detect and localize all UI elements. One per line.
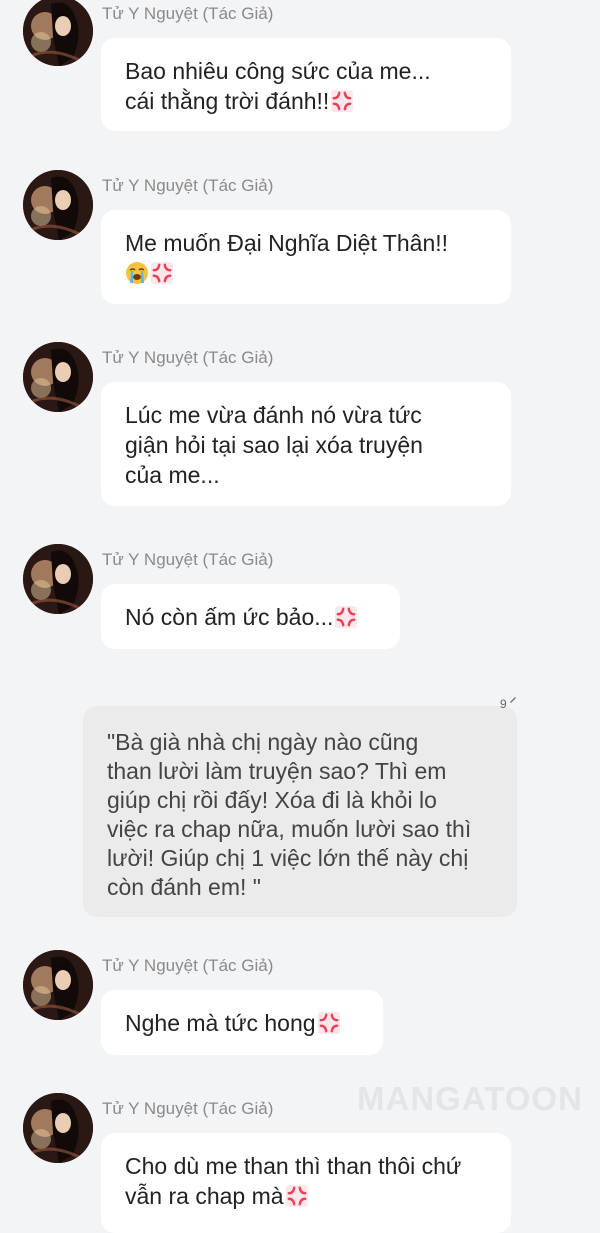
narration-line: "Bà già nhà chị ngày nào cũng bbox=[107, 729, 419, 755]
message-line: Nó còn ấm ức bảo... bbox=[125, 604, 334, 630]
message-line: vẫn ra chap mà bbox=[125, 1183, 284, 1209]
chat-bubble: Cho dù me than thì than thôi chứ vẫn ra … bbox=[101, 1133, 511, 1233]
message-line: Me muốn Đại Nghĩa Diệt Thân!! bbox=[125, 230, 449, 256]
sender-name: Tử Y Nguyệt (Tác Giả) bbox=[102, 550, 274, 569]
pencil-icon bbox=[509, 697, 516, 703]
narration-line: việc ra chap nữa, muốn lười sao thì bbox=[107, 816, 472, 842]
avatar[interactable] bbox=[23, 1093, 93, 1163]
avatar[interactable] bbox=[23, 950, 93, 1020]
anger-symbol-icon bbox=[335, 606, 357, 628]
anger-symbol-icon bbox=[331, 90, 353, 112]
sender-name: Tử Y Nguyệt (Tác Giả) bbox=[102, 348, 274, 367]
sender-name: Tử Y Nguyệt (Tác Giả) bbox=[102, 956, 274, 975]
sender-name: Tử Y Nguyệt (Tác Giả) bbox=[102, 1099, 274, 1118]
avatar[interactable] bbox=[23, 544, 93, 614]
avatar[interactable] bbox=[23, 0, 93, 66]
sender-name: Tử Y Nguyệt (Tác Giả) bbox=[102, 4, 274, 23]
message-line: Bao nhiêu công sức của me... bbox=[125, 58, 431, 84]
loudly-crying-face-icon bbox=[126, 262, 148, 284]
narration-line: còn đánh em! " bbox=[107, 874, 261, 900]
anger-symbol-icon bbox=[286, 1185, 308, 1207]
chat-bubble: Nó còn ấm ức bảo... bbox=[101, 584, 400, 649]
comment-count-badge[interactable]: 9 bbox=[500, 694, 530, 718]
message-line: Nghe mà tức hong bbox=[125, 1010, 316, 1036]
message-line: của me... bbox=[125, 462, 220, 488]
message-line: giận hỏi tại sao lại xóa truyện bbox=[125, 432, 423, 458]
anger-symbol-icon bbox=[318, 1012, 340, 1034]
chat-bubble: Lúc me vừa đánh nó vừa tức giận hỏi tại … bbox=[101, 382, 511, 506]
avatar[interactable] bbox=[23, 342, 93, 412]
sender-name: Tử Y Nguyệt (Tác Giả) bbox=[102, 176, 274, 195]
chat-bubble: Nghe mà tức hong bbox=[101, 990, 383, 1055]
message-line: Lúc me vừa đánh nó vừa tức bbox=[125, 402, 422, 428]
comment-count: 9 bbox=[500, 697, 507, 711]
avatar[interactable] bbox=[23, 170, 93, 240]
anger-symbol-icon bbox=[151, 262, 173, 284]
narration-line: lười! Giúp chị 1 việc lớn thế này chị bbox=[107, 845, 469, 871]
chat-bubble: Me muốn Đại Nghĩa Diệt Thân!! bbox=[101, 210, 511, 304]
watermark: MANGATOON bbox=[357, 1080, 583, 1117]
narration-line: giúp chị rồi đấy! Xóa đi là khỏi lo bbox=[107, 787, 437, 813]
chat-bubble: Bao nhiêu công sức của me... cái thằng t… bbox=[101, 38, 511, 131]
narration-line: than lười làm truyện sao? Thì em bbox=[107, 758, 447, 784]
narration-bubble: "Bà già nhà chị ngày nào cũng than lười … bbox=[83, 706, 517, 917]
message-line: Cho dù me than thì than thôi chứ bbox=[125, 1153, 462, 1179]
message-line: cái thằng trời đánh!! bbox=[125, 88, 330, 114]
